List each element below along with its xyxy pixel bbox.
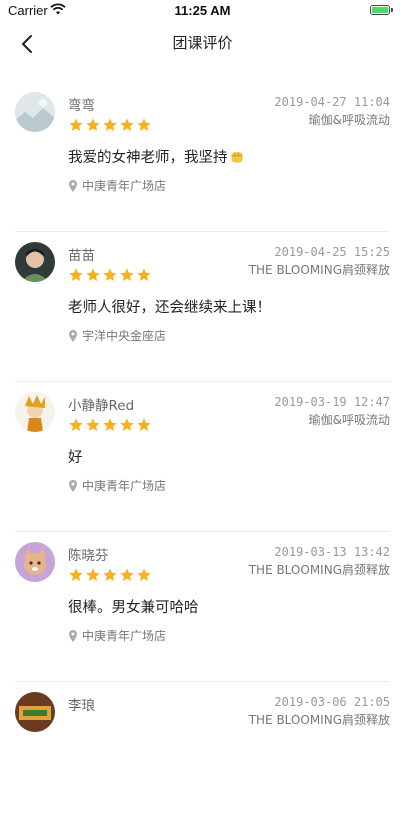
- star-icon: [69, 268, 83, 281]
- star-icon: [120, 118, 134, 131]
- location-pin-icon: [69, 630, 77, 642]
- star-icon: [137, 118, 151, 131]
- rating-stars: [68, 267, 153, 283]
- star-icon: [69, 118, 83, 131]
- page-title: 团课评价: [172, 34, 233, 52]
- fist-emoji-icon: [231, 152, 243, 163]
- avatar[interactable]: [15, 542, 55, 582]
- reviewer-name: 苗苗: [68, 248, 95, 264]
- review-date: 2019-03-06 21:05: [274, 695, 390, 709]
- course-name: THE BLOOMING肩颈释放: [248, 263, 390, 277]
- review-item[interactable]: 小静静Red 2019-03-19 12:47 瑜伽&呼吸流动 好 中庚青年广场…: [0, 382, 405, 532]
- star-icon: [86, 418, 100, 431]
- review-comment: 好: [68, 450, 83, 466]
- star-icon: [120, 418, 134, 431]
- course-name: THE BLOOMING肩颈释放: [248, 563, 390, 577]
- review-item[interactable]: 苗苗 2019-04-25 15:25 THE BLOOMING肩颈释放 老师人…: [0, 232, 405, 382]
- store-location: 宇洋中央金座店: [68, 327, 166, 344]
- review-comment: 很棒。男女兼可哈哈: [68, 600, 199, 616]
- store-name: 宇洋中央金座店: [82, 329, 167, 343]
- star-icon: [103, 118, 117, 131]
- star-icon: [103, 418, 117, 431]
- star-icon: [103, 268, 117, 281]
- store-name: 中庚青年广场店: [82, 629, 167, 643]
- star-icon: [120, 568, 134, 581]
- avatar[interactable]: [15, 392, 55, 432]
- location-pin-icon: [69, 330, 77, 342]
- avatar[interactable]: [15, 92, 55, 132]
- store-location: 中庚青年广场店: [68, 477, 166, 494]
- star-icon: [137, 568, 151, 581]
- store-location: 中庚青年广场店: [68, 177, 166, 194]
- course-name: 瑜伽&呼吸流动: [308, 113, 390, 127]
- reviewer-name: 小静静Red: [68, 398, 135, 414]
- avatar[interactable]: [15, 692, 55, 732]
- status-time: 11:25 AM: [174, 3, 231, 18]
- review-date: 2019-04-25 15:25: [274, 245, 390, 259]
- course-name: 瑜伽&呼吸流动: [308, 413, 390, 427]
- star-icon: [120, 268, 134, 281]
- review-date: 2019-04-27 11:04: [274, 95, 390, 109]
- review-item[interactable]: 陈晓芬 2019-03-13 13:42 THE BLOOMING肩颈释放 很棒…: [0, 532, 405, 682]
- star-icon: [86, 268, 100, 281]
- review-item[interactable]: 李琅 2019-03-06 21:05 THE BLOOMING肩颈释放: [0, 682, 405, 832]
- store-name: 中庚青年广场店: [82, 179, 167, 193]
- review-date: 2019-03-13 13:42: [274, 545, 390, 559]
- status-bar: Carrier 11:25 AM: [0, 0, 405, 22]
- location-pin-icon: [69, 180, 77, 192]
- reviewer-name: 弯弯: [68, 98, 95, 114]
- star-icon: [69, 568, 83, 581]
- reviewer-name: 李琅: [68, 698, 95, 714]
- star-icon: [103, 568, 117, 581]
- star-icon: [69, 418, 83, 431]
- star-icon: [86, 118, 100, 131]
- star-icon: [137, 418, 151, 431]
- review-comment-text: 我爱的女神老师，我坚持: [68, 150, 228, 166]
- star-icon: [137, 268, 151, 281]
- location-pin-icon: [69, 480, 77, 492]
- avatar[interactable]: [15, 242, 55, 282]
- store-location: 中庚青年广场店: [68, 627, 166, 644]
- battery-icon: [370, 5, 393, 15]
- rating-stars: [68, 567, 153, 583]
- review-comment: 我爱的女神老师，我坚持: [68, 146, 246, 167]
- review-item[interactable]: 弯弯 2019-04-27 11:04 瑜伽&呼吸流动 我爱的女神老师，我坚持 …: [0, 82, 405, 232]
- rating-stars: [68, 417, 153, 433]
- review-date: 2019-03-19 12:47: [274, 395, 390, 409]
- review-comment: 老师人很好，还会继续来上课！: [68, 300, 271, 316]
- star-icon: [86, 568, 100, 581]
- reviewer-name: 陈晓芬: [68, 548, 109, 564]
- rating-stars: [68, 117, 153, 133]
- store-name: 中庚青年广场店: [82, 479, 167, 493]
- nav-bar: 团课评价: [0, 22, 405, 66]
